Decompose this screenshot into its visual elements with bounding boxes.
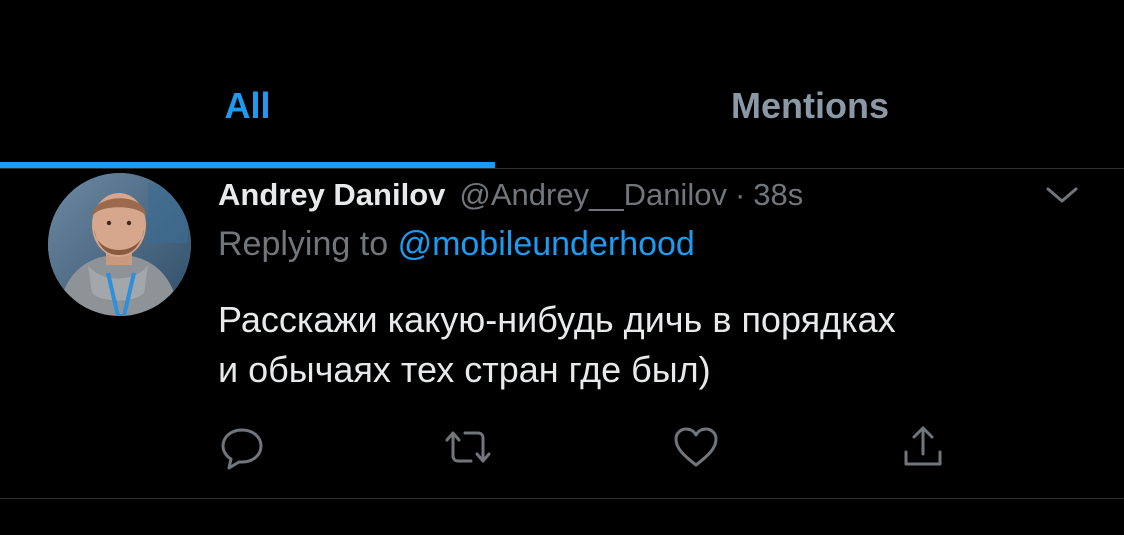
tweet-actions <box>0 419 1124 479</box>
heart-icon <box>674 427 718 467</box>
chevron-down-icon[interactable] <box>1042 183 1082 207</box>
reply-button[interactable] <box>214 419 270 475</box>
user-handle[interactable]: @Andrey__Danilov <box>459 177 727 213</box>
tweet-text-line: Расскажи какую-нибудь дичь в порядках <box>218 299 896 340</box>
tweet[interactable]: Andrey Danilov @Andrey__Danilov · 38s Re… <box>0 169 1124 498</box>
tweet-text-line: и обычаях тех стран где был) <box>218 349 711 390</box>
tweet-text: Расскажи какую-нибудь дичь в порядках и … <box>218 295 1098 395</box>
timestamp[interactable]: 38s <box>753 177 803 213</box>
retweet-button[interactable] <box>440 419 496 475</box>
share-button[interactable] <box>895 419 951 475</box>
avatar[interactable] <box>48 173 191 316</box>
tab-all[interactable]: All <box>0 78 495 134</box>
replying-to: Replying to @mobileunderhood <box>218 225 695 264</box>
tab-mentions-label: Mentions <box>731 85 889 126</box>
avatar-photo <box>48 173 191 316</box>
notifications-tabs: All Mentions <box>0 0 1124 170</box>
like-button[interactable] <box>668 419 724 475</box>
reply-icon <box>221 428 263 470</box>
tab-mentions[interactable]: Mentions <box>560 78 1060 134</box>
replying-to-label: Replying to <box>218 225 389 263</box>
tweet-divider <box>0 498 1124 499</box>
tweet-header: Andrey Danilov @Andrey__Danilov · 38s <box>218 173 803 217</box>
share-icon <box>904 426 942 466</box>
tab-all-label: All <box>224 85 271 126</box>
separator-dot: · <box>734 177 746 212</box>
reply-mention-link[interactable]: @mobileunderhood <box>398 225 695 263</box>
display-name[interactable]: Andrey Danilov <box>218 177 445 213</box>
retweet-icon <box>445 431 491 463</box>
